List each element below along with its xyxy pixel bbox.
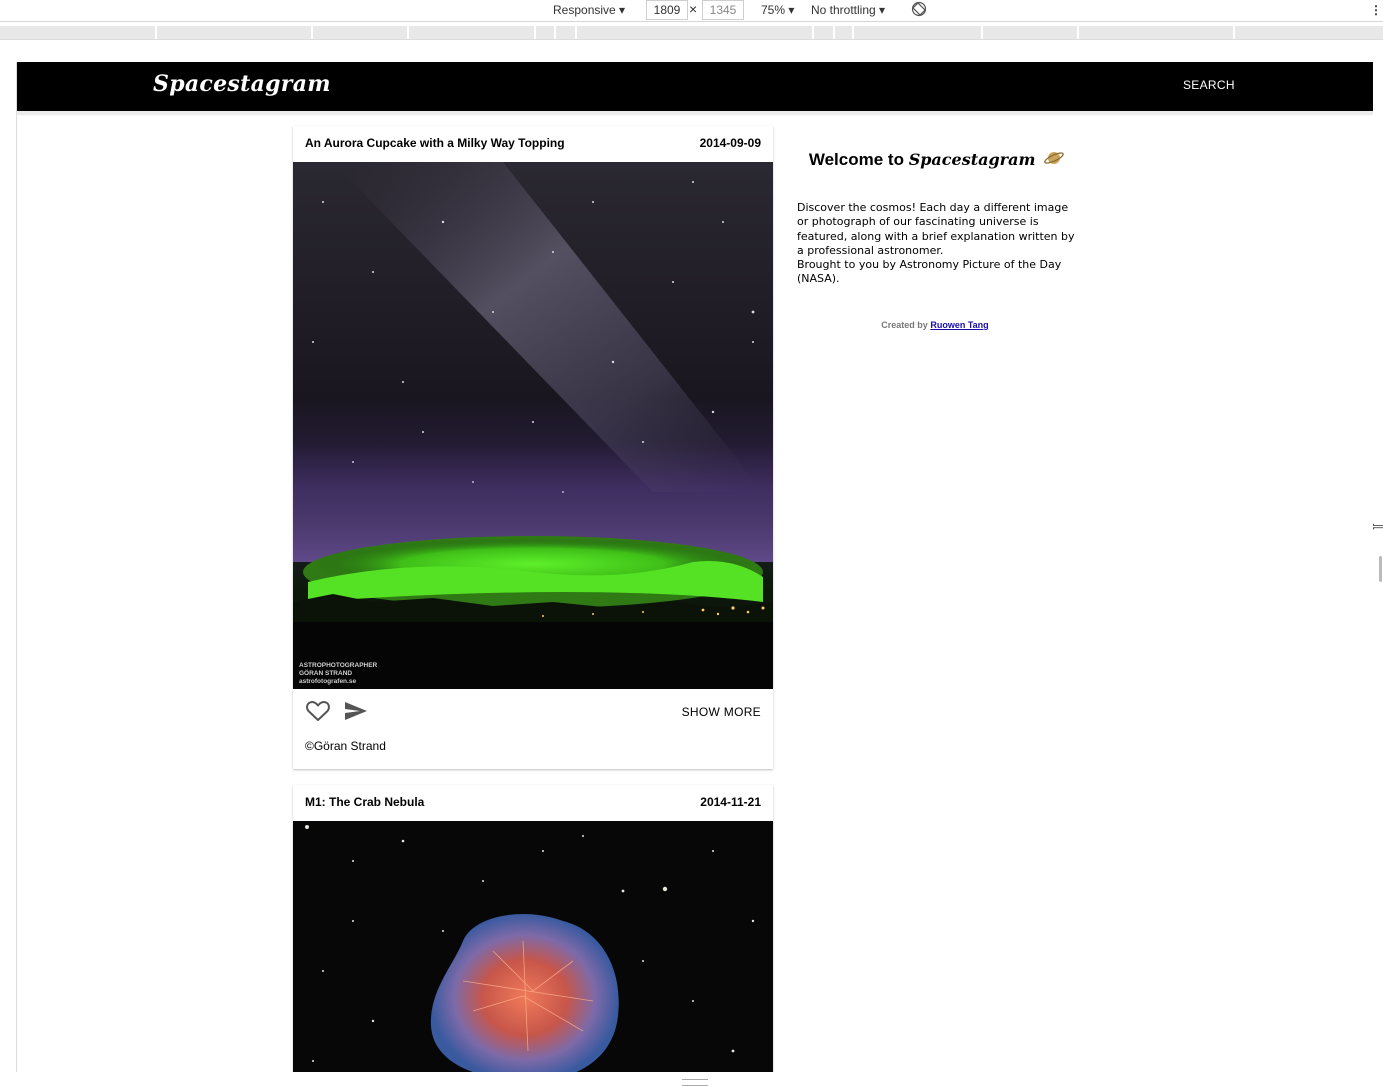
zoom-dropdown[interactable]: 75% ▾ [761, 2, 794, 18]
dimension-separator: × [689, 1, 698, 17]
welcome-heading: Welcome to Spacestagram [797, 148, 1077, 173]
search-button[interactable]: SEARCH [1183, 78, 1235, 92]
post-image[interactable]: ASTROPHOTOGRAPHER GÖRAN STRAND astrofoto… [293, 162, 773, 689]
about-text: Discover the cosmos! Each day a differen… [797, 201, 1082, 287]
throttling-dropdown[interactable]: No throttling ▾ [811, 2, 885, 18]
rotate-icon[interactable] [911, 1, 927, 17]
device-mode-dropdown[interactable]: Responsive ▾ [553, 2, 625, 18]
credit-prefix: Created by [881, 320, 928, 330]
watermark-line-3: astrofotografen.se [299, 678, 356, 685]
viewport-width-input[interactable]: 1809 [646, 0, 688, 20]
post-date: 2014-11-21 [700, 795, 761, 809]
aurora-photo: ASTROPHOTOGRAPHER GÖRAN STRAND astrofoto… [293, 162, 773, 689]
welcome-prefix: Welcome to [808, 149, 904, 169]
post-image[interactable] [293, 821, 773, 1072]
post-copyright: ©Göran Strand [293, 733, 773, 769]
copyright-text: ©Göran Strand [305, 739, 386, 753]
watermark-line-1: ASTROPHOTOGRAPHER [299, 662, 378, 669]
post-title: M1: The Crab Nebula [305, 795, 425, 809]
post-title: An Aurora Cupcake with a Milky Way Toppi… [305, 136, 565, 150]
media-query-ruler[interactable] [0, 26, 1383, 40]
author-link[interactable]: Ruowen Tang [930, 320, 988, 330]
about-source: Brought to you by Astronomy Picture of t… [797, 258, 1062, 286]
about-description: Discover the cosmos! Each day a differen… [797, 201, 1075, 257]
credit-line: Created by Ruowen Tang [797, 320, 1073, 330]
devtools-device-toolbar: Responsive ▾ 1809 × 1345 75% ▾ No thrott… [0, 0, 1383, 22]
crab-nebula-photo [293, 821, 773, 1072]
post-date: 2014-09-09 [699, 136, 761, 150]
watermark-line-2: GÖRAN STRAND [299, 668, 352, 677]
post-header: An Aurora Cupcake with a Milky Way Toppi… [293, 126, 773, 162]
heart-outline-icon[interactable] [305, 699, 331, 723]
emulated-viewport: Spacestagram SEARCH An Aurora Cupcake wi… [16, 62, 1373, 1072]
more-options-icon[interactable]: ⋮ [1370, 2, 1382, 18]
app-bar: Spacestagram SEARCH [17, 62, 1373, 111]
post-card: M1: The Crab Nebula 2014-11-21 [293, 785, 773, 1072]
right-resize-handle[interactable] [1379, 556, 1382, 582]
app-logo[interactable]: Spacestagram [153, 71, 331, 97]
send-icon[interactable] [343, 699, 369, 723]
post-actions: SHOW MORE [293, 689, 773, 733]
appbar-shadow [17, 111, 1373, 115]
show-more-button[interactable]: SHOW MORE [682, 705, 761, 719]
post-card: An Aurora Cupcake with a Milky Way Toppi… [293, 126, 773, 769]
welcome-brand: Spacestagram [908, 149, 1036, 169]
viewport-height-input[interactable]: 1345 [702, 0, 744, 20]
post-header: M1: The Crab Nebula 2014-11-21 [293, 785, 773, 821]
saturn-icon [1043, 148, 1065, 173]
